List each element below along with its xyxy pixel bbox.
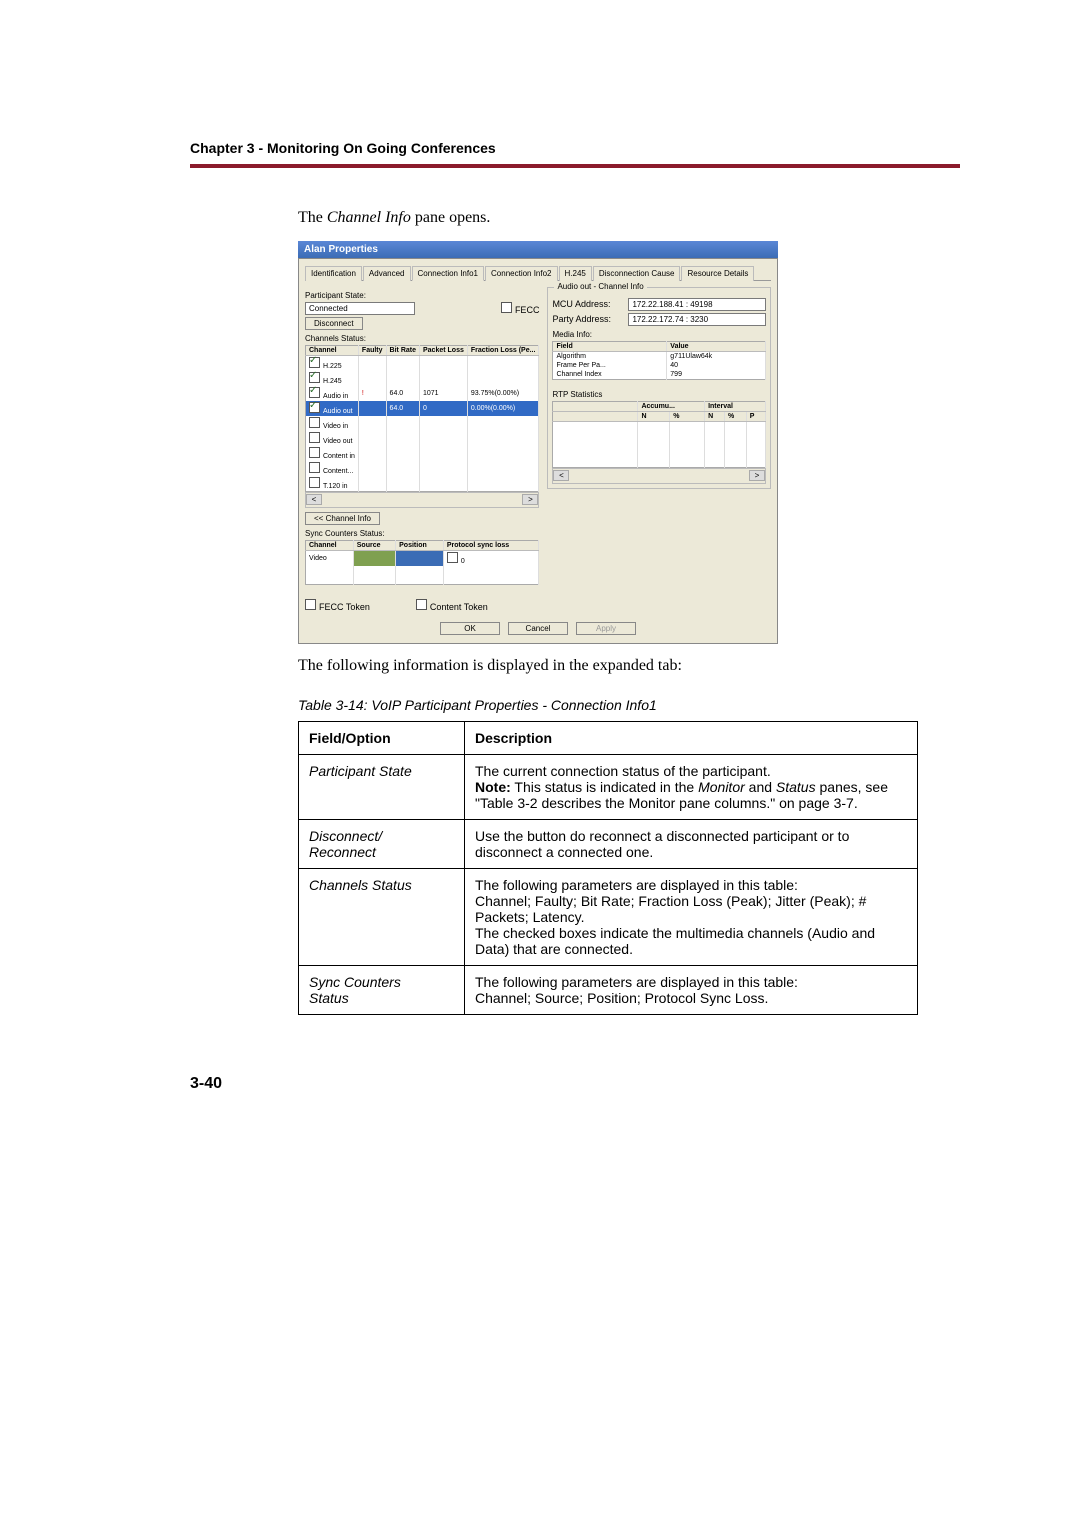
table-row: Frame Per Pa...40	[553, 361, 766, 370]
media-info-table: FieldValue Algorithmg711Ulaw64k Frame Pe…	[552, 341, 766, 380]
col-fractionloss: Fraction Loss (Pe...	[467, 345, 539, 355]
cancel-button[interactable]: Cancel	[508, 622, 568, 635]
table-row[interactable]: Video 0	[306, 550, 539, 566]
table-row: Sync CountersStatus The following parame…	[299, 965, 918, 1014]
table-row: Channels Status The following parameters…	[299, 868, 918, 965]
table-row[interactable]: Video out	[306, 431, 539, 446]
party-address-input[interactable]	[628, 313, 766, 326]
field-cell: Sync CountersStatus	[299, 965, 465, 1014]
field-cell: Participant State	[299, 754, 465, 819]
rtp-statistics-table: Accumu... Interval N % N % P	[552, 401, 766, 468]
channel-info-group: Audio out - Channel Info MCU Address: Pa…	[547, 287, 771, 489]
channel-info-group-title: Audio out - Channel Info	[554, 282, 646, 291]
desc-cell: Use the button do reconnect a disconnect…	[465, 819, 918, 868]
field-cell: Disconnect/Reconnect	[299, 819, 465, 868]
intro-post: pane opens.	[411, 209, 491, 226]
sync-counters-label: Sync Counters Status:	[305, 529, 539, 538]
checkbox-icon[interactable]	[309, 462, 320, 473]
participant-state-label: Participant State:	[305, 291, 539, 300]
col-bitrate: Bit Rate	[386, 345, 419, 355]
tab-connection-info2[interactable]: Connection Info2	[485, 266, 558, 281]
disconnect-button[interactable]: Disconnect	[305, 317, 363, 330]
followup-text: The following information is displayed i…	[298, 656, 960, 677]
chapter-header: Chapter 3 - Monitoring On Going Conferen…	[190, 140, 960, 156]
channels-status-label: Channels Status:	[305, 334, 539, 343]
tab-h245[interactable]: H.245	[559, 266, 592, 281]
checkbox-icon[interactable]	[309, 477, 320, 488]
media-info-label: Media Info:	[552, 330, 766, 339]
tab-advanced[interactable]: Advanced	[363, 266, 411, 281]
col-packetloss: Packet Loss	[420, 345, 468, 355]
page-number: 3-40	[190, 1075, 960, 1093]
scroll-left-icon[interactable]: <	[553, 470, 569, 481]
fecc-label: FECC	[515, 305, 540, 315]
desc-cell: The current connection status of the par…	[465, 754, 918, 819]
properties-dialog: Alan Properties Identification Advanced …	[298, 241, 778, 644]
table-row: Channel Index799	[553, 370, 766, 380]
header-divider	[190, 164, 960, 168]
table-row[interactable]: Content in	[306, 446, 539, 461]
description-table: Field/Option Description Participant Sta…	[298, 721, 918, 1015]
table-row[interactable]: Content...	[306, 461, 539, 476]
scroll-right-icon[interactable]: >	[749, 470, 765, 481]
dialog-titlebar: Alan Properties	[298, 241, 778, 258]
table-row[interactable]: H.245	[306, 371, 539, 386]
table-row[interactable]: Audio in!64.0107193.75%(0.00%)	[306, 386, 539, 401]
channels-status-table: Channel Faulty Bit Rate Packet Loss Frac…	[305, 345, 539, 492]
fecc-token-checkbox[interactable]	[305, 599, 316, 610]
col-field-option: Field/Option	[299, 721, 465, 754]
checkbox-icon[interactable]	[309, 402, 320, 413]
mcu-address-input[interactable]	[628, 298, 766, 311]
checkbox-icon[interactable]	[309, 417, 320, 428]
intro-pre: The	[298, 209, 327, 226]
table-row[interactable]: Video in	[306, 416, 539, 431]
scroll-right-icon[interactable]: >	[522, 494, 538, 505]
content-token-checkbox[interactable]	[416, 599, 427, 610]
table-row: Algorithmg711Ulaw64k	[553, 351, 766, 361]
col-faulty: Faulty	[358, 345, 386, 355]
tab-resource-details[interactable]: Resource Details	[681, 266, 754, 281]
col-description: Description	[465, 721, 918, 754]
table-row: Disconnect/Reconnect Use the button do r…	[299, 819, 918, 868]
desc-cell: The following parameters are displayed i…	[465, 868, 918, 965]
horizontal-scrollbar[interactable]: < >	[552, 468, 766, 484]
scroll-left-icon[interactable]: <	[306, 494, 322, 505]
table-row[interactable]: T.120 in	[306, 476, 539, 492]
party-address-label: Party Address:	[552, 314, 622, 324]
horizontal-scrollbar[interactable]: < >	[305, 492, 539, 508]
intro-text: The Channel Info pane opens.	[298, 208, 960, 229]
checkbox-icon[interactable]	[309, 357, 320, 368]
checkbox-icon	[447, 552, 458, 563]
table-row[interactable]: H.225	[306, 355, 539, 371]
rtp-statistics-label: RTP Statistics	[552, 390, 766, 399]
mcu-address-label: MCU Address:	[552, 299, 622, 309]
intro-em: Channel Info	[327, 209, 411, 226]
table-row: Participant State The current connection…	[299, 754, 918, 819]
apply-button[interactable]: Apply	[576, 622, 636, 635]
table-row[interactable]: Audio out64.000.00%(0.00%)	[306, 401, 539, 416]
ok-button[interactable]: OK	[440, 622, 500, 635]
tab-identification[interactable]: Identification	[305, 266, 362, 281]
sync-counters-table: Channel Source Position Protocol sync lo…	[305, 540, 539, 585]
fecc-token-label: FECC Token	[319, 602, 370, 612]
fecc-checkbox[interactable]	[501, 302, 512, 313]
col-channel: Channel	[306, 345, 359, 355]
desc-cell: The following parameters are displayed i…	[465, 965, 918, 1014]
content-token-label: Content Token	[430, 602, 488, 612]
table-caption: Table 3-14: VoIP Participant Properties …	[298, 697, 960, 713]
checkbox-icon[interactable]	[309, 447, 320, 458]
tab-disconnection-cause[interactable]: Disconnection Cause	[593, 266, 681, 281]
channel-info-button[interactable]: << Channel Info	[305, 512, 380, 525]
dialog-tabs: Identification Advanced Connection Info1…	[305, 265, 771, 281]
field-cell: Channels Status	[299, 868, 465, 965]
participant-state-input[interactable]	[305, 302, 415, 315]
checkbox-icon[interactable]	[309, 432, 320, 443]
checkbox-icon[interactable]	[309, 372, 320, 383]
checkbox-icon[interactable]	[309, 387, 320, 398]
tab-connection-info1[interactable]: Connection Info1	[412, 266, 485, 281]
